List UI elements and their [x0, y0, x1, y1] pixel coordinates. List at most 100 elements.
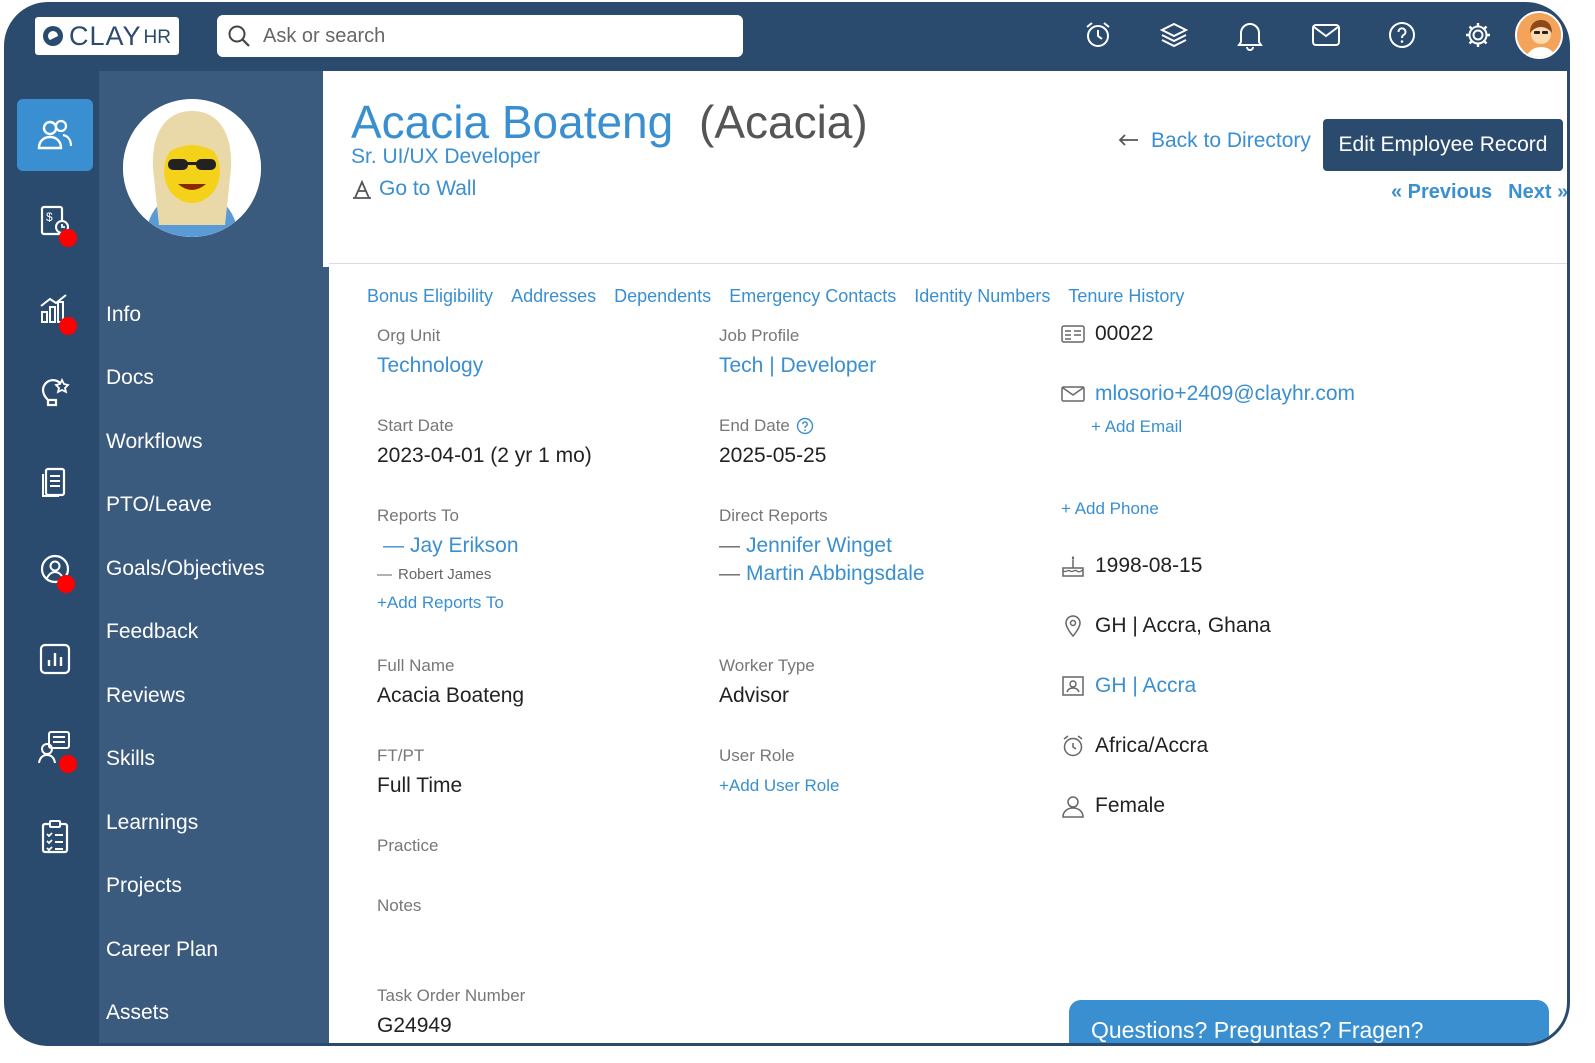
back-arrow-icon — [1118, 134, 1138, 146]
timezone-row: Africa/Accra — [1061, 734, 1208, 758]
profile-sidebar: Info Docs Workflows PTO/Leave Goals/Obje… — [99, 71, 329, 1044]
direct-report-item[interactable]: Jennifer Winget — [746, 534, 892, 558]
help-icon[interactable] — [1383, 15, 1421, 55]
rail-ideas[interactable] — [17, 357, 93, 429]
employee-details: Bonus Eligibility Addresses Dependents E… — [329, 263, 1567, 1043]
tab-emergency-contacts[interactable]: Emergency Contacts — [729, 286, 896, 307]
nav-skills[interactable]: Skills — [106, 728, 265, 792]
search-bar[interactable] — [217, 15, 743, 57]
nav-pto-leave[interactable]: PTO/Leave — [106, 474, 265, 538]
dash-marker: — — [377, 566, 392, 583]
reports-to-field: Reports To — Jay Erikson — Robert James … — [377, 506, 519, 613]
office-link[interactable]: GH | Accra — [1095, 674, 1196, 698]
birthday-cake-icon — [1062, 556, 1084, 577]
birthday-value: 1998-08-15 — [1095, 554, 1203, 577]
id-card-icon — [1061, 325, 1085, 343]
tab-bonus-eligibility[interactable]: Bonus Eligibility — [367, 286, 493, 307]
alarm-clock-icon[interactable] — [1079, 15, 1117, 55]
svg-text:$: $ — [46, 210, 53, 224]
employee-id-row: 00022 — [1061, 322, 1153, 346]
notification-dot — [59, 755, 77, 773]
app-logo[interactable]: CLAY HR — [35, 17, 179, 55]
nav-reviews[interactable]: Reviews — [106, 664, 265, 728]
worker-type-label: Worker Type — [719, 656, 815, 675]
full-name-field: Full Name Acacia Boateng — [377, 656, 524, 708]
app-window: CLAY HR Ask or search $ Info Docs Workfl… — [4, 2, 1570, 1046]
notes-field: Notes — [377, 896, 421, 916]
add-email-link[interactable]: + Add Email — [1091, 417, 1182, 437]
logo-text: CLAY — [69, 20, 142, 51]
nav-goals[interactable]: Goals/Objectives — [106, 537, 265, 601]
start-date-value: 2023-04-01 (2 yr 1 mo) — [377, 444, 592, 467]
direct-reports-field: Direct Reports — Jennifer Winget — Marti… — [719, 506, 925, 586]
task-order-label: Task Order Number — [377, 986, 526, 1005]
nav-feedback[interactable]: Feedback — [106, 601, 265, 665]
bell-icon[interactable] — [1231, 15, 1269, 55]
ftpt-label: FT/PT — [377, 746, 425, 765]
add-user-role-link[interactable]: +Add User Role — [719, 776, 839, 796]
birthday-row: 1998-08-15 — [1061, 554, 1202, 578]
settings-icon[interactable] — [1459, 15, 1497, 55]
employee-header: Acacia Boateng (Acacia) Sr. UI/UX Develo… — [323, 71, 1567, 267]
rail-reports[interactable] — [17, 623, 93, 695]
rail-analytics[interactable] — [17, 273, 93, 345]
direct-report-item[interactable]: Martin Abbingsdale — [746, 562, 925, 586]
nav-docs[interactable]: Docs — [106, 347, 265, 411]
nav-projects[interactable]: Projects — [106, 855, 265, 919]
user-avatar[interactable] — [1515, 11, 1563, 59]
next-link[interactable]: Next » — [1508, 181, 1567, 204]
worker-type-value: Advisor — [719, 684, 790, 707]
previous-link[interactable]: « Previous — [1391, 181, 1492, 204]
tab-identity-numbers[interactable]: Identity Numbers — [914, 286, 1050, 307]
nav-assets[interactable]: Assets — [106, 982, 265, 1044]
rail-profile[interactable] — [17, 533, 93, 605]
employee-photo — [123, 99, 261, 237]
nav-learnings[interactable]: Learnings — [106, 791, 265, 855]
user-role-field: User Role +Add User Role — [719, 746, 839, 796]
email-link[interactable]: mlosorio+2409@clayhr.com — [1095, 382, 1355, 406]
practice-field: Practice — [377, 836, 438, 856]
reports-to-label: Reports To — [377, 506, 459, 525]
tab-tenure-history[interactable]: Tenure History — [1068, 286, 1184, 307]
location-row: GH | Accra, Ghana — [1061, 614, 1271, 638]
logo-mark-icon — [43, 26, 63, 46]
nav-career-plan[interactable]: Career Plan — [106, 918, 265, 982]
org-unit-label: Org Unit — [377, 326, 441, 345]
back-to-directory-label: Back to Directory — [1151, 129, 1311, 152]
search-input[interactable] — [263, 24, 703, 48]
idea-icon — [41, 377, 70, 407]
add-reports-to-link[interactable]: +Add Reports To — [377, 593, 519, 613]
rail-checklist[interactable] — [17, 801, 93, 873]
nav-info[interactable]: Info — [106, 283, 265, 347]
help-chat-button[interactable]: Questions? Preguntas? Fragen? — [1069, 1000, 1549, 1043]
office-badge-icon — [1062, 676, 1084, 696]
go-to-wall-label: Go to Wall — [379, 177, 477, 200]
reports-to-secondary[interactable]: Robert James — [398, 566, 491, 583]
notification-dot — [59, 229, 77, 247]
nav-workflows[interactable]: Workflows — [106, 410, 265, 474]
employee-title[interactable]: Sr. UI/UX Developer — [351, 145, 540, 169]
ftpt-value: Full Time — [377, 774, 463, 797]
org-unit-value[interactable]: Technology — [377, 354, 483, 378]
go-to-wall-link[interactable]: Go to Wall — [351, 177, 476, 201]
add-phone-link[interactable]: + Add Phone — [1061, 499, 1159, 519]
rail-documents[interactable] — [17, 447, 93, 519]
tab-addresses[interactable]: Addresses — [511, 286, 596, 307]
tab-dependents[interactable]: Dependents — [614, 286, 711, 307]
back-to-directory-link[interactable]: Back to Directory — [1117, 129, 1311, 153]
task-order-field: Task Order Number G24949 — [377, 986, 525, 1038]
rail-payroll[interactable]: $ — [17, 185, 93, 257]
mail-icon — [1061, 386, 1085, 402]
layers-icon[interactable] — [1155, 15, 1193, 55]
notification-dot — [57, 575, 75, 593]
help-circle-icon[interactable] — [796, 417, 814, 435]
job-profile-value[interactable]: Tech | Developer — [719, 354, 876, 378]
rail-people[interactable] — [17, 99, 93, 171]
edit-employee-record-button[interactable]: Edit Employee Record — [1323, 119, 1563, 171]
mail-icon[interactable] — [1307, 15, 1345, 55]
reports-to-primary[interactable]: Jay Erikson — [410, 534, 519, 558]
clock-icon — [1063, 735, 1083, 757]
rail-team-board[interactable] — [17, 711, 93, 783]
ftpt-field: FT/PT Full Time — [377, 746, 462, 798]
location-value: GH | Accra, Ghana — [1095, 614, 1271, 637]
